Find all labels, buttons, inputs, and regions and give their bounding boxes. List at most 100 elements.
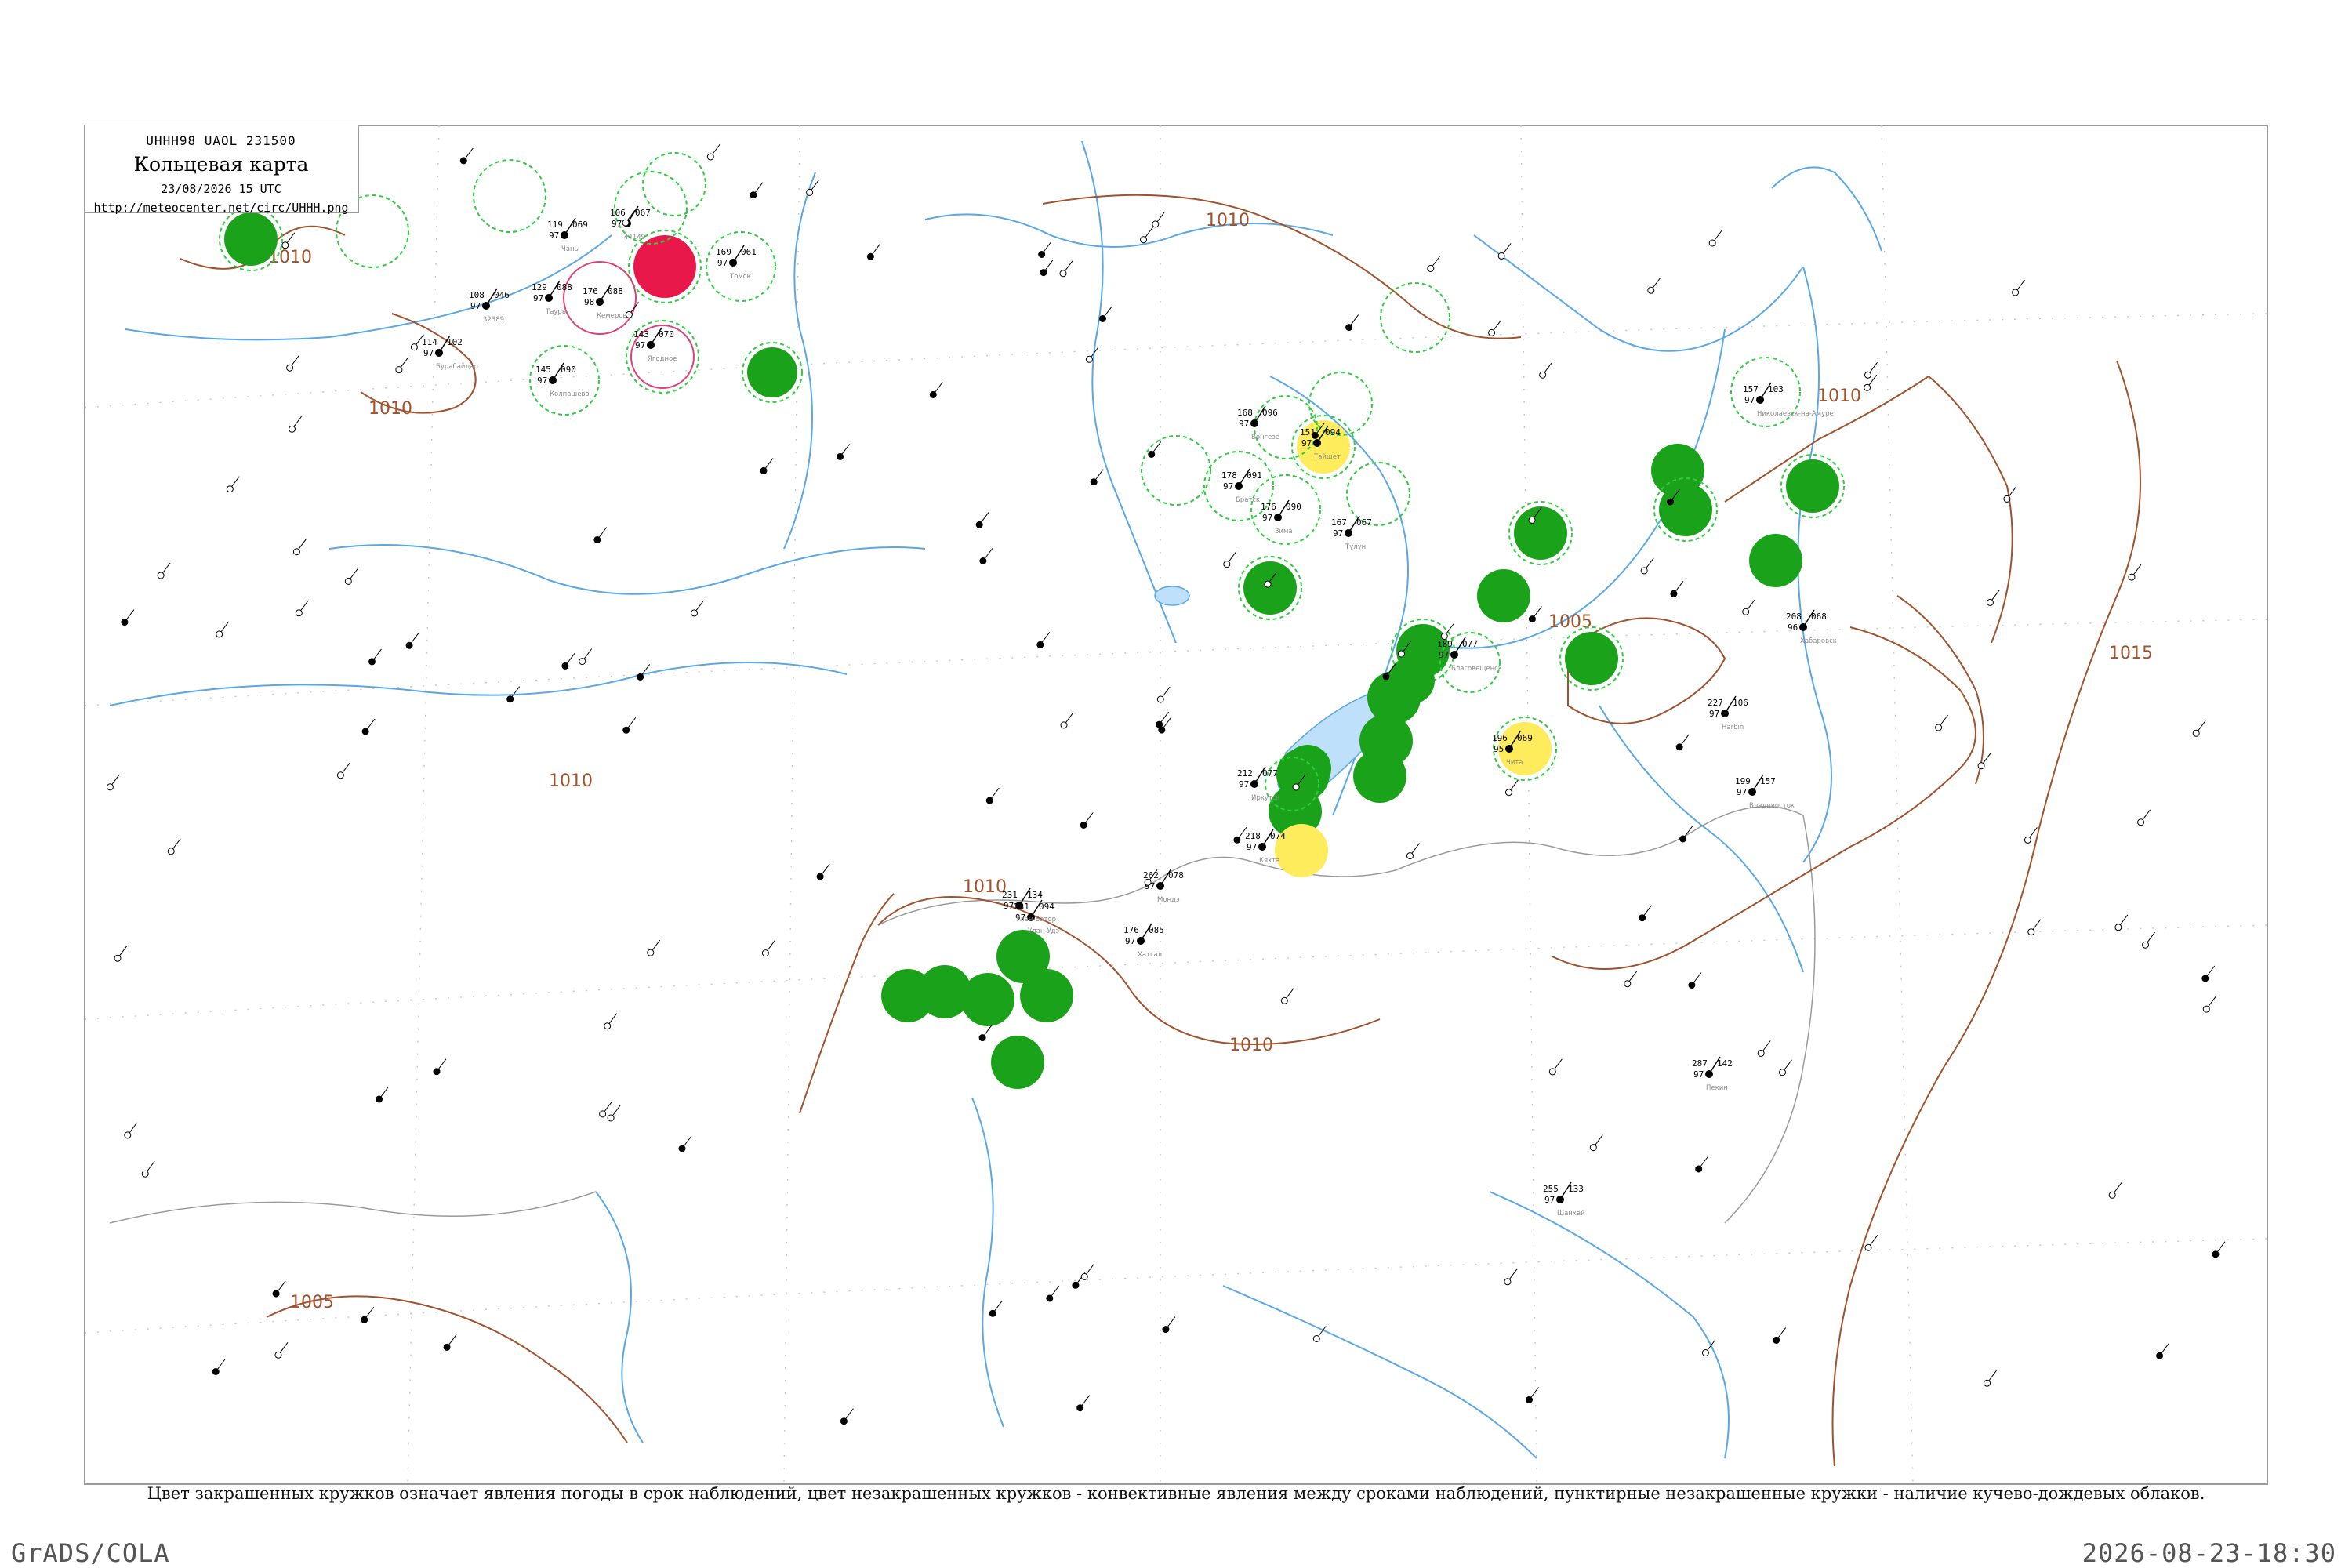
minor-station-dot: [979, 557, 987, 564]
minor-station-dot: [2156, 1352, 2164, 1359]
isobar-label: 1010: [549, 771, 593, 791]
station-p-value: 096: [1262, 408, 1278, 418]
minor-station-dot: [1264, 580, 1272, 588]
minor-station-dot: [1040, 269, 1047, 277]
minor-station-dot: [622, 219, 630, 227]
minor-station-dot: [1670, 590, 1678, 597]
minor-station-dot: [1984, 1379, 1991, 1387]
station-t-value: 176: [583, 286, 598, 296]
station-rain-circle[interactable]: [1559, 626, 1624, 691]
minor-station-dot: [1140, 236, 1147, 244]
station-tw-value: 97: [1247, 842, 1257, 852]
minor-station-dot: [1152, 220, 1160, 228]
station-rain-circle[interactable]: [1284, 745, 1331, 792]
station-rain-circle[interactable]: [219, 207, 283, 271]
station-p-value: 090: [561, 365, 576, 375]
minor-station-dot: [2003, 495, 2011, 503]
minor-station-dot: [361, 728, 369, 735]
station-rain-circle[interactable]: [1780, 454, 1845, 518]
station-tw-value: 97: [1301, 438, 1312, 448]
minor-station-dot: [1038, 251, 1046, 258]
minor-station-dot: [1099, 314, 1106, 322]
station-p-value: 069: [572, 220, 588, 230]
station-t-value: 218: [1245, 831, 1261, 841]
station-tw-value: 97: [1709, 709, 1719, 719]
station-t-value: 231: [1002, 890, 1018, 900]
minor-station-dot: [1144, 878, 1152, 886]
minor-station-dot: [1072, 1281, 1080, 1289]
minor-station-dot: [2024, 836, 2031, 844]
station-rain-circle[interactable]: [961, 973, 1014, 1026]
isobar-label: 1010: [1817, 387, 1861, 406]
minor-station-dot: [678, 1145, 686, 1152]
station-name: Шанхай: [1557, 1210, 1585, 1218]
minor-station-dot: [1624, 980, 1632, 988]
minor-station-dot: [336, 771, 344, 779]
source-url[interactable]: http://meteocenter.net/circ/UHHH.png: [85, 201, 358, 215]
station-p-value: 067: [1356, 517, 1372, 528]
minor-station-dot: [604, 1022, 612, 1030]
station-name: Вонгезе: [1251, 434, 1279, 441]
station-tw-value: 97: [549, 230, 559, 241]
station-rain-circle[interactable]: [1020, 969, 1073, 1022]
map-title: Кольцевая карта: [133, 153, 309, 176]
station-t-value: 189: [1437, 639, 1453, 649]
station-rain-circle[interactable]: [991, 1036, 1044, 1089]
station-p-value: 088: [608, 286, 623, 296]
station-t-value: 143: [633, 329, 649, 339]
minor-station-dot: [157, 572, 165, 579]
station-tw-value: 97: [635, 340, 645, 350]
minor-station-dot: [121, 619, 129, 626]
station-name: Братск: [1236, 496, 1260, 504]
minor-station-dot: [593, 536, 601, 543]
station-tw-value: 97: [470, 301, 481, 311]
station-p-value: 061: [741, 247, 757, 257]
station-name: Тулун: [1345, 543, 1366, 551]
minor-station-dot: [840, 1417, 848, 1425]
station-rain-circle[interactable]: [1388, 657, 1435, 704]
minor-station-dot: [1497, 252, 1505, 260]
station-p-value: 067: [635, 208, 651, 218]
minor-station-dot: [1080, 1272, 1088, 1280]
station-tw-value: 97: [1544, 1195, 1555, 1205]
station-rain-circle[interactable]: [1749, 534, 1802, 587]
station-p-value: 078: [1168, 870, 1184, 880]
minor-station-dot: [1036, 641, 1044, 648]
station-name: Зима: [1275, 528, 1293, 535]
generated-timestamp: 2026-08-23-18:30: [2082, 1538, 2336, 1568]
minor-station-dot: [1935, 724, 1943, 731]
station-tw-value: 97: [1262, 513, 1272, 523]
minor-station-dot: [599, 1110, 607, 1118]
minor-station-dot: [1156, 695, 1164, 703]
minor-station-dot: [1528, 516, 1536, 524]
station-name: Хатгал: [1138, 951, 1162, 959]
station-t-value: 196: [1492, 733, 1508, 743]
station-t-value: 145: [535, 365, 551, 375]
minor-station-dot: [405, 641, 413, 649]
minor-station-dot: [2202, 1005, 2210, 1013]
station-rain-circle[interactable]: [1508, 501, 1573, 565]
station-t-value: 157: [1743, 384, 1759, 394]
station-name: 32389: [483, 316, 504, 324]
station-t-value: 212: [1237, 768, 1253, 779]
minor-station-dot: [1148, 450, 1156, 458]
station-t-value: 287: [1692, 1058, 1708, 1069]
minor-station-dot: [292, 548, 300, 556]
station-tw-value: 97: [423, 348, 434, 358]
minor-station-dot: [2201, 975, 2209, 982]
station-name: Тайшет: [1313, 453, 1341, 461]
station-rain-circle[interactable]: [1238, 556, 1302, 620]
station-t-value: 176: [1261, 502, 1276, 512]
minor-station-dot: [376, 1095, 383, 1103]
station-rain-circle[interactable]: [1353, 750, 1406, 803]
station-rain-circle[interactable]: [1653, 477, 1718, 542]
station-name: Кяхта: [1259, 857, 1279, 865]
software-credit: GrADS/COLA: [11, 1538, 170, 1568]
minor-station-dot: [1688, 982, 1696, 989]
minor-station-dot: [344, 577, 352, 585]
station-rain-circle[interactable]: [1477, 569, 1530, 622]
minor-station-dot: [295, 609, 303, 617]
minor-station-dot: [1864, 371, 1871, 379]
minor-station-dot: [1080, 821, 1087, 829]
station-name: Мондэ: [1157, 896, 1180, 904]
